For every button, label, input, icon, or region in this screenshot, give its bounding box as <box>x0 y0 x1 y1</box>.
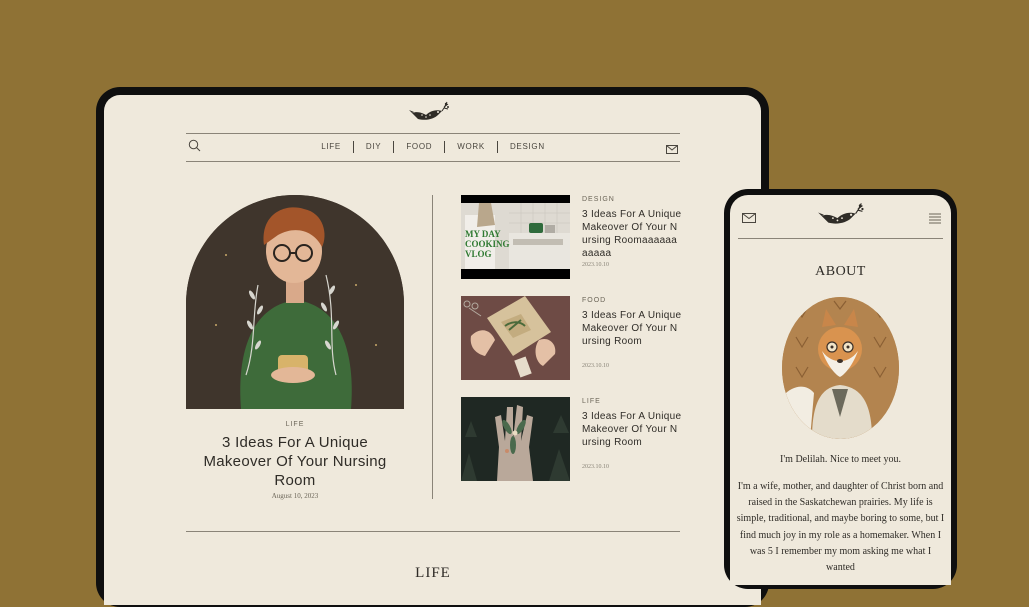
nav-bottom-rule <box>186 161 680 162</box>
menu-icon[interactable] <box>929 211 941 229</box>
envelope-craft-thumbnail <box>461 296 570 380</box>
post-category[interactable]: DESIGN <box>582 196 615 203</box>
post-date: 2023.10.10 <box>582 363 609 369</box>
featured-image[interactable] <box>186 195 404 409</box>
post-item[interactable]: LIFE 3 Ideas For A Unique Makeover Of Yo… <box>461 397 721 481</box>
featured-date: August 10, 2023 <box>271 492 319 500</box>
post-date: 2023.10.10 <box>582 464 609 470</box>
tablet-screen: LIFE DIY FOOD WORK DESIGN LIFE 3 Ideas F… <box>104 95 761 605</box>
about-bio: I'm a wife, mother, and daughter of Chri… <box>736 481 945 574</box>
main-nav: LIFE DIY FOOD WORK DESIGN <box>186 133 680 161</box>
section-title-life: LIFE <box>415 565 451 581</box>
post-title[interactable]: 3 Ideas For A Unique Makeover Of Your Nu… <box>582 208 682 260</box>
nav-menu: LIFE DIY FOOD WORK DESIGN <box>186 141 680 153</box>
bird-logo-icon <box>818 203 864 224</box>
nav-item-food[interactable]: FOOD <box>393 141 444 153</box>
about-title: ABOUT <box>815 264 866 279</box>
section-divider <box>186 531 680 532</box>
about-greeting: I'm Delilah. Nice to meet you. <box>780 454 901 465</box>
svg-text:COOKING: COOKING <box>465 239 510 249</box>
nav-item-work[interactable]: WORK <box>444 141 497 153</box>
author-portrait <box>782 297 899 439</box>
post-title[interactable]: 3 Ideas For A Unique Makeover Of Your Nu… <box>582 410 682 449</box>
featured-title[interactable]: 3 Ideas For A Unique Makeover Of Your Nu… <box>186 433 404 490</box>
kitchen-vlog-thumbnail: MY DAY COOKING VLOG <box>461 195 570 279</box>
site-logo[interactable] <box>816 201 868 233</box>
post-category[interactable]: FOOD <box>582 297 606 304</box>
header-rule <box>738 238 943 239</box>
post-title[interactable]: 3 Ideas For A Unique Makeover Of Your Nu… <box>582 309 682 348</box>
post-date: 2023.10.10 <box>582 262 609 268</box>
post-category[interactable]: LIFE <box>582 398 601 405</box>
phone-device: ABOUT I'm Delilah. Nice to meet you. I'm… <box>724 189 957 589</box>
svg-text:MY DAY: MY DAY <box>465 229 501 239</box>
svg-text:VLOG: VLOG <box>465 249 492 259</box>
post-thumbnail[interactable] <box>461 397 570 481</box>
post-thumbnail[interactable]: MY DAY COOKING VLOG <box>461 195 570 279</box>
bird-logo-icon <box>409 101 449 120</box>
post-thumbnail[interactable] <box>461 296 570 380</box>
mail-icon[interactable] <box>666 141 678 159</box>
nav-item-life[interactable]: LIFE <box>309 141 353 153</box>
fox-portrait-illustration <box>782 297 899 439</box>
mail-icon[interactable] <box>742 210 756 228</box>
tablet-device: LIFE DIY FOOD WORK DESIGN LIFE 3 Ideas F… <box>96 87 769 607</box>
nav-item-design[interactable]: DESIGN <box>496 141 557 153</box>
phone-screen: ABOUT I'm Delilah. Nice to meet you. I'm… <box>730 195 951 585</box>
hand-with-leaves-thumbnail <box>461 397 570 481</box>
post-item[interactable]: FOOD 3 Ideas For A Unique Makeover Of Yo… <box>461 296 721 380</box>
post-item[interactable]: MY DAY COOKING VLOG DESIGN 3 Ideas For A… <box>461 195 721 279</box>
column-divider <box>432 195 433 499</box>
featured-category[interactable]: LIFE <box>186 421 404 428</box>
site-logo[interactable] <box>404 100 456 128</box>
nav-item-diy[interactable]: DIY <box>352 141 393 153</box>
illustration-woman-with-plants <box>186 195 404 409</box>
